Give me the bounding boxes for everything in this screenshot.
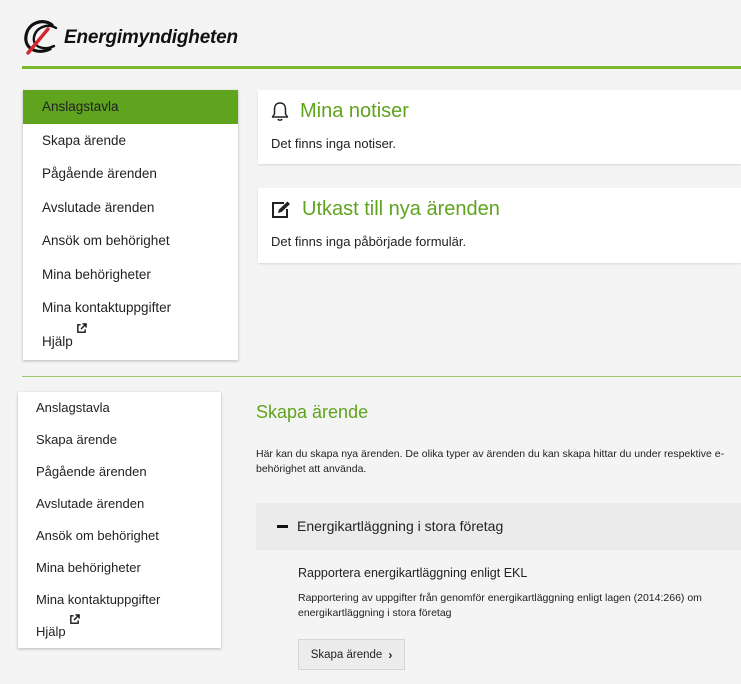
header-divider — [22, 66, 741, 69]
page-description: Här kan du skapa nya ärenden. De olika t… — [256, 447, 741, 477]
energimyndigheten-logo-icon — [24, 20, 58, 55]
drafts-card: Utkast till nya ärenden Det finns inga p… — [258, 188, 741, 263]
sidebar-item-mina-behorigheter[interactable]: Mina behörigheter — [18, 552, 221, 584]
sidebar-item-hjalp[interactable]: Hjälp — [23, 322, 238, 359]
sidebar-item-avslutade-arenden[interactable]: Avslutade ärenden — [23, 191, 238, 225]
sidebar-item-skapa-arende[interactable]: Skapa ärende — [23, 124, 238, 158]
sidebar-item-ansok-om-behorighet[interactable]: Ansök om behörighet — [23, 224, 238, 258]
drafts-title: Utkast till nya ärenden — [270, 198, 500, 221]
sidebar-item-skapa-arende[interactable]: Skapa ärende — [18, 424, 221, 456]
sidebar-menu: Anslagstavla Skapa ärende Pågående ärend… — [23, 90, 238, 360]
notices-title-text: Mina notiser — [300, 100, 409, 122]
notices-text: Det finns inga notiser. — [271, 136, 397, 151]
page-description-line: behörighet att använda. — [256, 463, 367, 475]
sidebar-item-hjalp-label: Hjälp — [42, 333, 73, 349]
sidebar-item-anslagstavla[interactable]: Anslagstavla — [18, 392, 221, 424]
sidebar-item-mina-kontaktuppgifter[interactable]: Mina kontaktuppgifter — [18, 584, 221, 616]
page-description-line: Här kan du skapa nya ärenden. De olika t… — [256, 448, 725, 460]
case-type-description: Rapportering av uppgifter från genomför … — [298, 591, 738, 621]
drafts-text: Det finns inga påbörjade formulär. — [271, 234, 467, 249]
sidebar-item-pagaende-arenden[interactable]: Pågående ärenden — [18, 456, 221, 488]
sidebar-item-mina-behorigheter[interactable]: Mina behörigheter — [23, 258, 238, 292]
section-divider — [22, 376, 741, 377]
edit-icon — [270, 200, 292, 220]
skapa-arende-button[interactable]: Skapa ärende › — [298, 639, 405, 670]
case-type-description-line: energikartläggning i stora företag — [298, 607, 452, 619]
notices-card: Mina notiser Det finns inga notiser. — [258, 90, 741, 164]
logo-text: Energimyndigheten — [64, 27, 238, 48]
chevron-right-icon: › — [388, 647, 393, 662]
collapse-icon — [277, 525, 288, 528]
drafts-title-text: Utkast till nya ärenden — [302, 198, 500, 220]
sidebar-menu-secondary: Anslagstavla Skapa ärende Pågående ärend… — [18, 392, 221, 648]
accordion-header[interactable]: Energikartläggning i stora företag — [256, 503, 741, 550]
external-link-icon — [69, 614, 80, 624]
sidebar-item-hjalp[interactable]: Hjälp — [18, 614, 221, 648]
notices-title: Mina notiser — [270, 100, 409, 123]
sidebar-item-ansok-om-behorighet[interactable]: Ansök om behörighet — [18, 520, 221, 552]
case-type-title: Rapportera energikartläggning enligt EKL — [298, 566, 528, 580]
bell-icon — [270, 101, 290, 122]
skapa-arende-button-label: Skapa ärende — [310, 648, 383, 661]
sidebar-item-anslagstavla[interactable]: Anslagstavla — [23, 90, 238, 124]
accordion-label: Energikartläggning i stora företag — [297, 518, 504, 534]
sidebar-item-hjalp-label: Hjälp — [36, 624, 66, 639]
page-title: Skapa ärende — [256, 402, 369, 422]
sidebar-item-mina-kontaktuppgifter[interactable]: Mina kontaktuppgifter — [23, 291, 238, 325]
logo[interactable]: Energimyndigheten — [22, 18, 238, 58]
external-link-icon — [76, 322, 87, 333]
sidebar-item-avslutade-arenden[interactable]: Avslutade ärenden — [18, 488, 221, 520]
sidebar-item-pagaende-arenden[interactable]: Pågående ärenden — [23, 157, 238, 191]
case-type-description-line: Rapportering av uppgifter från genomför … — [298, 592, 702, 604]
